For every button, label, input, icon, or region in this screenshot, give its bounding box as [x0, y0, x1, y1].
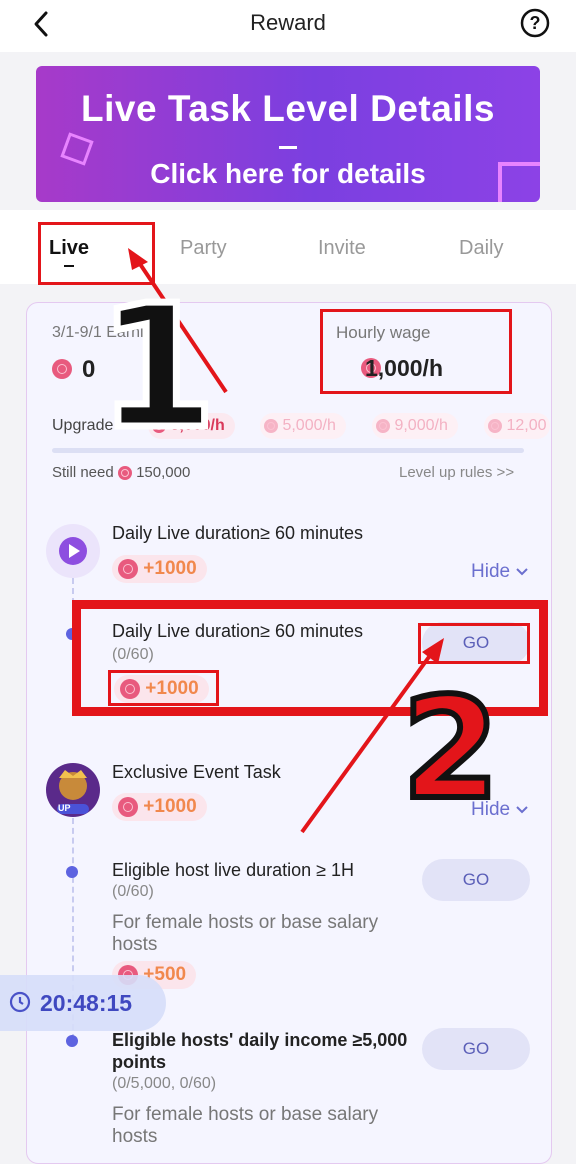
annotation-arrowhead-1: [128, 248, 148, 270]
annotation-arrows: [128, 248, 444, 834]
annotation-number-1: 1: [94, 269, 219, 467]
annotation-number-2: 2: [399, 668, 502, 831]
